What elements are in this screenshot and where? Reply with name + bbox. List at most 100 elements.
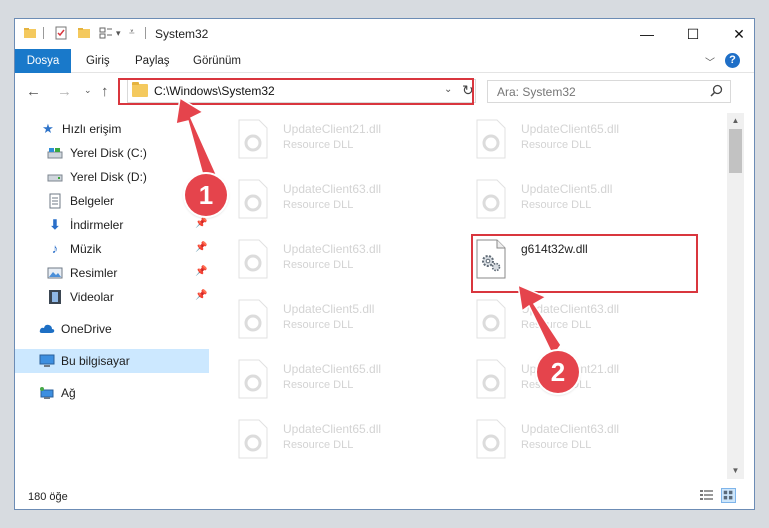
dll-file-icon [238, 299, 268, 339]
file-item[interactable]: UpdateClient63.dll Resource DLL [453, 413, 678, 463]
scroll-up-icon[interactable]: ▲ [727, 113, 744, 129]
file-type: Resource DLL [283, 199, 354, 211]
file-item[interactable]: UpdateClient65.dll Resource DLL [215, 353, 440, 403]
vertical-scrollbar[interactable]: ▲ ▼ [727, 113, 744, 479]
file-type: Resource DLL [521, 199, 592, 211]
dll-file-icon [238, 119, 268, 159]
sidebar-item-music[interactable]: ♪ Müzik 📌 [15, 237, 209, 261]
dll-file-icon [476, 119, 506, 159]
file-item[interactable]: UpdateClient65.dll Resource DLL [453, 113, 678, 163]
sidebar-item-label: Resimler [70, 266, 118, 280]
arrow-right-icon[interactable]: → [57, 83, 72, 100]
sidebar-item-label: Ağ [61, 386, 76, 400]
dll-file-icon [476, 359, 506, 399]
sidebar-item-label: İndirmeler [70, 218, 124, 232]
sidebar-item-documents[interactable]: Belgeler 📌 [15, 189, 209, 213]
maximize-button[interactable]: ☐ [670, 19, 716, 49]
new-folder-icon[interactable] [77, 26, 91, 40]
tab-view[interactable]: Görünüm [191, 49, 243, 73]
pin-icon[interactable]: 📌 [195, 242, 207, 253]
file-name: UpdateClient65.dll [283, 362, 382, 376]
video-icon [49, 290, 61, 304]
music-icon: ♪ [51, 241, 59, 256]
pin-icon[interactable]: 📌 [195, 266, 207, 277]
arrow-left-icon[interactable]: ← [26, 83, 41, 100]
scroll-thumb[interactable] [729, 129, 742, 173]
dll-file-icon [476, 299, 506, 339]
file-type: Resource DLL [283, 319, 354, 331]
tab-share[interactable]: Paylaş [133, 49, 172, 73]
sidebar-item-local-disk-d[interactable]: Yerel Disk (D:) [15, 165, 209, 189]
pin-icon[interactable]: 📌 [195, 218, 207, 229]
sidebar-item-quick-access[interactable]: ★ Hızlı erişim [15, 117, 209, 141]
sidebar-item-network[interactable]: Ağ [15, 381, 209, 405]
file-item[interactable]: UpdateClient5.dll Resource DLL [215, 293, 440, 343]
title-bar: ▾ ⩡ System32 — ☐ ✕ [15, 19, 754, 49]
file-type: Resource DLL [283, 439, 354, 451]
sidebar-item-videos[interactable]: Videolar 📌 [15, 285, 209, 309]
step-2-badge: 2 [537, 351, 579, 393]
search-box[interactable] [487, 80, 731, 103]
sidebar-item-this-pc[interactable]: Bu bilgisayar [15, 349, 209, 373]
file-type: Resource DLL [521, 439, 592, 451]
cloud-icon [39, 324, 55, 333]
sidebar-item-label: Videolar [70, 290, 114, 304]
network-icon [40, 387, 54, 399]
address-bar-highlight [118, 78, 474, 105]
large-icons-view-icon[interactable] [721, 488, 736, 503]
file-item[interactable]: UpdateClient63.dll Resource DLL [453, 293, 678, 343]
file-name: UpdateClient63.dll [283, 182, 382, 196]
search-icon[interactable] [710, 84, 723, 97]
step-1-badge: 1 [185, 174, 227, 216]
properties-icon[interactable] [54, 26, 68, 40]
file-highlight [471, 234, 698, 293]
dll-file-icon [238, 239, 268, 279]
scroll-down-icon[interactable]: ▼ [727, 463, 744, 479]
sidebar-item-pictures[interactable]: Resimler 📌 [15, 261, 209, 285]
arrow-up-icon[interactable]: ↑ [101, 83, 109, 100]
details-view-icon[interactable] [699, 488, 714, 503]
folder-icon [24, 28, 36, 38]
sidebar-item-onedrive[interactable]: OneDrive [15, 317, 209, 341]
file-item[interactable]: UpdateClient65.dll Resource DLL [215, 413, 440, 463]
minimize-button[interactable]: — [624, 19, 670, 49]
file-name: UpdateClient65.dll [521, 122, 620, 136]
file-item[interactable]: UpdateClient21.dll Resource DLL [215, 113, 440, 163]
file-name: UpdateClient5.dll [521, 182, 613, 196]
file-name: UpdateClient5.dll [283, 302, 375, 316]
pin-icon[interactable]: 📌 [195, 290, 207, 301]
expand-ribbon-icon[interactable]: ﹀ [705, 54, 715, 69]
sidebar-item-label: OneDrive [61, 322, 112, 336]
file-name: UpdateClient63.dll [521, 302, 620, 316]
dll-file-icon [238, 179, 268, 219]
sidebar-item-label: Yerel Disk (C:) [70, 146, 147, 160]
file-type: Resource DLL [521, 319, 592, 331]
sidebar-item-local-disk-c[interactable]: Yerel Disk (C:) [15, 141, 209, 165]
file-item[interactable]: UpdateClient63.dll Resource DLL [215, 233, 440, 283]
ribbon-tabs: Dosya Giriş Paylaş Görünüm ﹀ ? [15, 49, 754, 99]
drive-icon [47, 148, 63, 159]
tab-home[interactable]: Giriş [84, 49, 112, 73]
file-item[interactable]: UpdateClient63.dll Resource DLL [215, 173, 440, 223]
search-input[interactable] [488, 81, 698, 102]
customize-toolbar-icon[interactable] [99, 26, 113, 40]
chevron-down-icon[interactable]: ⌄ [84, 85, 92, 96]
file-name: UpdateClient63.dll [283, 242, 382, 256]
sidebar-item-label: Bu bilgisayar [61, 354, 130, 368]
quick-access-dropdown-icon[interactable]: ▾ [116, 28, 121, 39]
file-type: Resource DLL [283, 259, 354, 271]
dll-file-icon [476, 179, 506, 219]
navigation-pane: ★ Hızlı erişim Yerel Disk (C:) Yerel Dis… [15, 113, 209, 479]
quick-access-menu-icon[interactable]: ⩡ [129, 27, 135, 38]
file-type: Resource DLL [283, 139, 354, 151]
file-item[interactable]: UpdateClient5.dll Resource DLL [453, 173, 678, 223]
item-count: 180 öğe [28, 491, 68, 503]
help-icon[interactable]: ? [725, 53, 740, 68]
sidebar-item-label: Müzik [70, 242, 102, 256]
dll-file-icon [238, 359, 268, 399]
documents-icon [49, 193, 61, 209]
close-button[interactable]: ✕ [716, 19, 754, 49]
sidebar-item-downloads[interactable]: ⬇ İndirmeler 📌 [15, 213, 209, 237]
toolbar-separator [145, 27, 146, 39]
computer-icon [39, 354, 55, 367]
